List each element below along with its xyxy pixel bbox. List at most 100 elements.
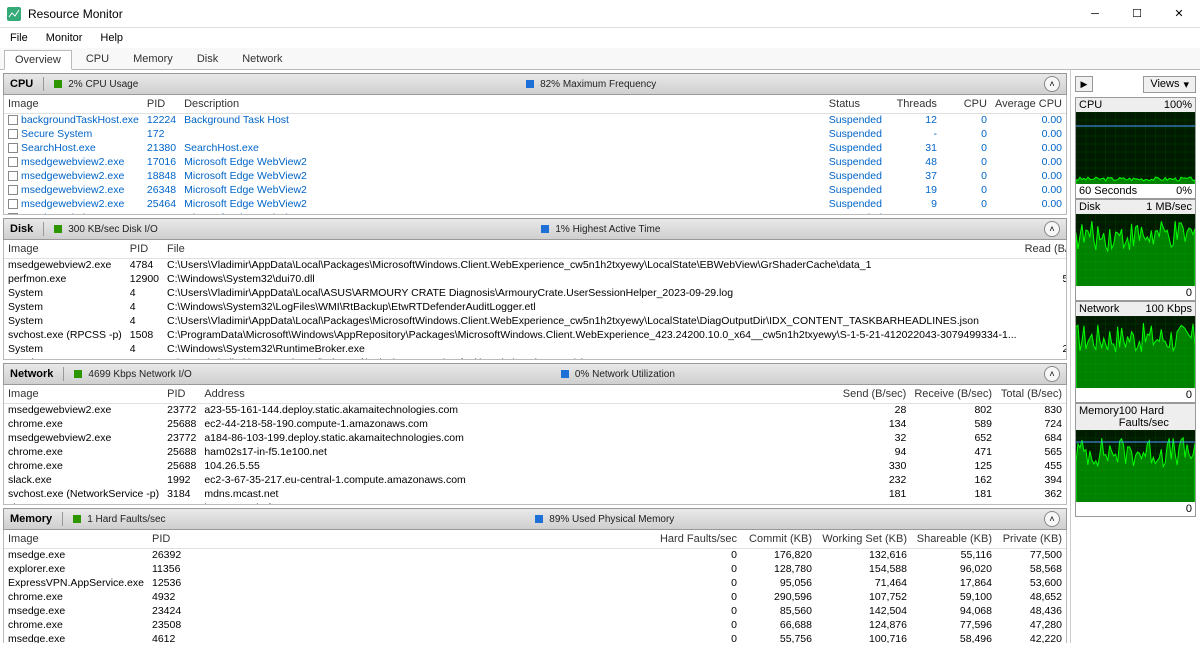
- cell: backgroundTaskHost.exe: [4, 113, 143, 127]
- collapse-graphs-button[interactable]: ▶: [1075, 76, 1093, 92]
- table-row[interactable]: backgroundTaskHost.exe12224Background Ta…: [4, 113, 1066, 127]
- menu-file[interactable]: File: [6, 30, 32, 46]
- maximize-button[interactable]: ☐: [1116, 0, 1158, 28]
- col-header[interactable]: Threads: [886, 95, 941, 113]
- table-row[interactable]: System4C:\Windows\System32\RuntimeBroker…: [4, 342, 1067, 356]
- tab-network[interactable]: Network: [232, 50, 292, 68]
- col-header[interactable]: Private (KB): [996, 530, 1066, 548]
- row-checkbox[interactable]: [8, 143, 18, 153]
- table-row[interactable]: msedge.exe4612055,756100,71658,49642,220: [4, 632, 1066, 643]
- cell: 362: [996, 487, 1066, 501]
- table-row[interactable]: chrome.exe25688ham02s17-in-f5.1e100.net9…: [4, 445, 1066, 459]
- table-row[interactable]: System4C:\Users\Vladimir\AppData\Local\P…: [4, 314, 1067, 328]
- table-row[interactable]: svchost.exe (NetworkService -p)3184mdns.…: [4, 487, 1066, 501]
- col-header[interactable]: PID: [126, 240, 163, 258]
- cell: chrome.exe: [4, 417, 163, 431]
- table-row[interactable]: Secure System172Suspended-00.00: [4, 127, 1066, 141]
- col-header[interactable]: Shareable (KB): [911, 530, 996, 548]
- cell: Suspended: [825, 113, 886, 127]
- cell: C:\Users\Vladimir\AppData\Local\ASUS\ARM…: [163, 286, 1021, 300]
- table-row[interactable]: msedgewebview2.exe18848Microsoft Edge We…: [4, 169, 1066, 183]
- col-header[interactable]: Read (B/sec): [1021, 240, 1067, 258]
- menu-monitor[interactable]: Monitor: [42, 30, 87, 46]
- table-row[interactable]: msedge.exe23424085,560142,50494,06848,43…: [4, 604, 1066, 618]
- chevron-up-icon[interactable]: ˄: [1044, 221, 1060, 237]
- col-header[interactable]: PID: [148, 530, 185, 548]
- table-row[interactable]: msedgewebview2.exe26348Microsoft Edge We…: [4, 183, 1066, 197]
- col-header[interactable]: Image: [4, 95, 143, 113]
- col-header[interactable]: CPU: [941, 95, 991, 113]
- col-header[interactable]: Commit (KB): [741, 530, 816, 548]
- table-row[interactable]: perfmon.exe12900C:\Windows\System32\dui7…: [4, 272, 1067, 286]
- memory-header[interactable]: Memory 1 Hard Faults/sec 89% Used Physic…: [3, 508, 1067, 530]
- cell: 655: [1021, 258, 1067, 272]
- col-header[interactable]: File: [163, 240, 1021, 258]
- network-header[interactable]: Network 4699 Kbps Network I/O 0% Network…: [3, 363, 1067, 385]
- col-header[interactable]: Address: [200, 385, 500, 403]
- col-header[interactable]: Receive (B/sec): [910, 385, 996, 403]
- table-row[interactable]: msedgewebview2.exe15540Microsoft Edge We…: [4, 211, 1066, 215]
- cpu-header[interactable]: CPU 2% CPU Usage 82% Maximum Frequency ˄: [3, 73, 1067, 95]
- table-row[interactable]: msedge.exe23720C:\Users\Vladimir\AppData…: [4, 356, 1067, 360]
- col-header[interactable]: Description: [180, 95, 400, 113]
- table-row[interactable]: chrome.exe25688ec2-44-218-58-190.compute…: [4, 417, 1066, 431]
- tab-cpu[interactable]: CPU: [76, 50, 119, 68]
- chevron-up-icon[interactable]: ˄: [1044, 511, 1060, 527]
- table-row[interactable]: ExpressVPN.AppService.exe12536095,05671,…: [4, 576, 1066, 590]
- cell: 23720: [126, 356, 163, 360]
- row-checkbox[interactable]: [8, 157, 18, 167]
- table-row[interactable]: msedgewebview2.exe4784C:\Users\Vladimir\…: [4, 258, 1067, 272]
- col-header[interactable]: Image: [4, 240, 126, 258]
- table-row[interactable]: SearchHost.exe21380SearchHost.exeSuspend…: [4, 141, 1066, 155]
- table-row[interactable]: slack.exe1992ec2-3-67-35-217.eu-central-…: [4, 473, 1066, 487]
- table-row[interactable]: msedgewebview2.exe23772a184-86-103-199.d…: [4, 431, 1066, 445]
- col-header[interactable]: Working Set (KB): [816, 530, 911, 548]
- cell: 830: [996, 403, 1066, 417]
- table-row[interactable]: explorer.exe113560128,780154,58896,02058…: [4, 562, 1066, 576]
- table-row[interactable]: msedgewebview2.exe23772a23-55-161-144.de…: [4, 403, 1066, 417]
- table-row[interactable]: chrome.exe25688ham11s07-in-f14.1e100.net…: [4, 501, 1066, 505]
- disk-header[interactable]: Disk 300 KB/sec Disk I/O 1% Highest Acti…: [3, 218, 1067, 240]
- table-row[interactable]: chrome.exe23508066,688124,87677,59647,28…: [4, 618, 1066, 632]
- table-row[interactable]: svchost.exe (RPCSS -p)1508C:\ProgramData…: [4, 328, 1067, 342]
- chevron-up-icon[interactable]: ˄: [1044, 366, 1060, 382]
- table-row[interactable]: chrome.exe49320290,596107,75259,10048,65…: [4, 590, 1066, 604]
- tab-memory[interactable]: Memory: [123, 50, 183, 68]
- table-row[interactable]: System4C:\Users\Vladimir\AppData\Local\A…: [4, 286, 1067, 300]
- table-row[interactable]: chrome.exe25688104.26.5.55330125455: [4, 459, 1066, 473]
- col-header[interactable]: Send (B/sec): [835, 385, 910, 403]
- table-row[interactable]: msedgewebview2.exe25464Microsoft Edge We…: [4, 197, 1066, 211]
- tab-disk[interactable]: Disk: [187, 50, 228, 68]
- close-button[interactable]: ✕: [1158, 0, 1200, 28]
- col-header[interactable]: Status: [825, 95, 886, 113]
- col-header[interactable]: Hard Faults/sec: [656, 530, 741, 548]
- views-dropdown[interactable]: Views▾: [1143, 76, 1196, 93]
- menu-help[interactable]: Help: [96, 30, 127, 46]
- tab-overview[interactable]: Overview: [4, 50, 72, 70]
- chevron-up-icon[interactable]: ˄: [1044, 76, 1060, 92]
- col-header[interactable]: Image: [4, 385, 163, 403]
- col-header[interactable]: Image: [4, 530, 148, 548]
- cell: 0: [941, 155, 991, 169]
- table-row[interactable]: msedge.exe263920176,820132,61655,11677,5…: [4, 548, 1066, 562]
- col-header[interactable]: PID: [163, 385, 200, 403]
- row-checkbox[interactable]: [8, 213, 18, 215]
- cell: 30: [886, 211, 941, 215]
- table-row[interactable]: System4C:\Windows\System32\LogFiles\WMI\…: [4, 300, 1067, 314]
- col-header[interactable]: Total (B/sec): [996, 385, 1066, 403]
- row-checkbox[interactable]: [8, 129, 18, 139]
- col-header[interactable]: Average CPU: [991, 95, 1066, 113]
- table-row[interactable]: msedgewebview2.exe17016Microsoft Edge We…: [4, 155, 1066, 169]
- cell: msedgewebview2.exe: [4, 155, 143, 169]
- col-header[interactable]: PID: [143, 95, 180, 113]
- cell: 12900: [126, 272, 163, 286]
- minimize-button[interactable]: ─: [1074, 0, 1116, 28]
- row-checkbox[interactable]: [8, 115, 18, 125]
- row-checkbox[interactable]: [8, 171, 18, 181]
- cell: 23424: [148, 604, 185, 618]
- row-checkbox[interactable]: [8, 199, 18, 209]
- cell: 58,568: [996, 562, 1066, 576]
- cell: System: [4, 342, 126, 356]
- row-checkbox[interactable]: [8, 185, 18, 195]
- blue-indicator-icon: [535, 515, 543, 523]
